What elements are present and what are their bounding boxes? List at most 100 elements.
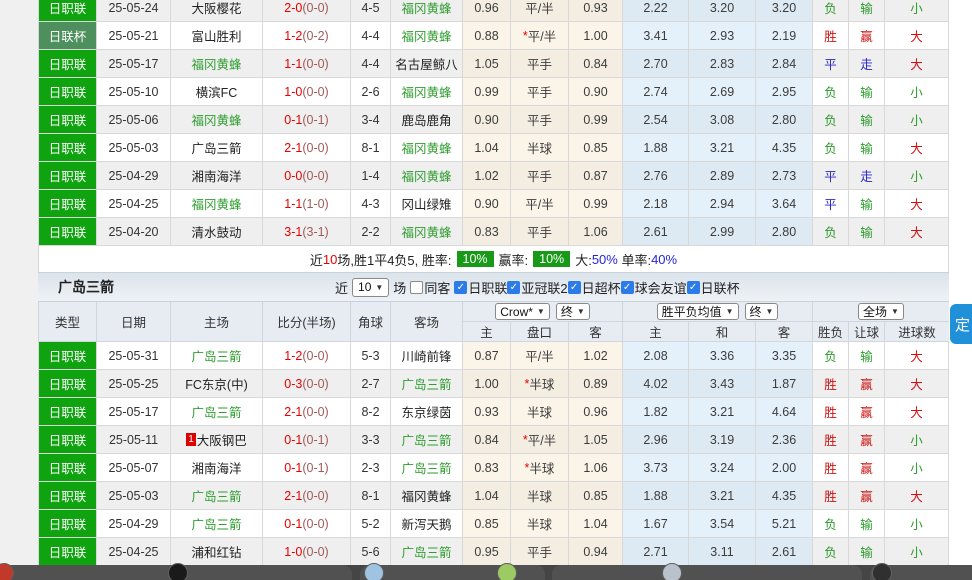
cell-away-team[interactable]: 福冈黄蜂	[391, 78, 463, 105]
cell-date: 25-04-29	[97, 162, 171, 189]
cell-result-handicap: 赢	[849, 482, 885, 509]
cell-away-team[interactable]: 福冈黄蜂	[391, 218, 463, 245]
taskbar-app-icon-4[interactable]	[497, 563, 517, 580]
cell-asian-home-odds: 1.05	[463, 50, 511, 77]
match-row: 日职联25-05-03广岛三箭2-1(0-0)8-1福冈黄蜂1.04半球0.85…	[39, 134, 949, 162]
taskbar-app-icon-6[interactable]	[872, 563, 892, 580]
cell-away-team[interactable]: 福冈黄蜂	[391, 162, 463, 189]
final-odds-select-2[interactable]: 终▼	[745, 303, 779, 320]
league-badge: 日职联	[39, 482, 96, 509]
cell-euro-draw-odds: 3.20	[689, 0, 756, 21]
cell-away-team[interactable]: 东京绿茵	[391, 398, 463, 425]
cell-euro-draw-odds: 3.36	[689, 342, 756, 369]
cell-away-team[interactable]: 鹿岛鹿角	[391, 106, 463, 133]
league-filter-球会友谊[interactable]: ✓球会友谊	[621, 278, 687, 297]
cell-league-type: 日职联	[39, 134, 97, 161]
cell-euro-win-odds: 2.96	[623, 426, 689, 453]
league-filter-日联杯[interactable]: ✓日联杯	[687, 278, 740, 297]
cell-date: 25-05-06	[97, 106, 171, 133]
cell-home-team[interactable]: 大阪樱花	[171, 0, 263, 21]
cell-home-team[interactable]: 湘南海洋	[171, 162, 263, 189]
league-filter-亚冠联2[interactable]: ✓亚冠联2	[507, 278, 567, 297]
cell-league-type: 日职联	[39, 398, 97, 425]
cell-score: 3-1(3-1)	[263, 218, 351, 245]
asian-odds-select-group: Crow*▼ 终▼	[463, 302, 623, 321]
cell-away-team[interactable]: 广岛三箭	[391, 454, 463, 481]
bookmaker-select[interactable]: Crow*▼	[495, 303, 550, 320]
cell-home-team[interactable]: 1大阪钢巴	[171, 426, 263, 453]
cell-corners: 3-4	[351, 106, 391, 133]
cell-date: 25-05-10	[97, 78, 171, 105]
checkbox-icon[interactable]: ✓	[687, 281, 700, 294]
cell-home-team[interactable]: FC东京(中)	[171, 370, 263, 397]
league-badge: 日职联	[39, 538, 96, 565]
cell-corners: 4-4	[351, 22, 391, 49]
same-venue-checkbox-item[interactable]: 同客	[410, 278, 450, 297]
same-venue-checkbox[interactable]	[410, 281, 423, 294]
cell-asian-home-odds: 0.85	[463, 510, 511, 537]
checkbox-icon[interactable]: ✓	[507, 281, 520, 294]
cell-date: 25-05-17	[97, 398, 171, 425]
checkbox-icon[interactable]: ✓	[454, 281, 467, 294]
cell-away-team[interactable]: 冈山绿雉	[391, 190, 463, 217]
cell-home-team[interactable]: 富山胜利	[171, 22, 263, 49]
cell-asian-handicap: *平/半	[511, 426, 569, 453]
chevron-down-icon: ▼	[726, 307, 734, 316]
cell-date: 25-05-03	[97, 482, 171, 509]
cell-result-goals: 大	[885, 218, 949, 245]
cell-home-team[interactable]: 浦和红钻	[171, 538, 263, 565]
cell-asian-away-odds: 1.05	[569, 426, 623, 453]
cell-corners: 2-7	[351, 370, 391, 397]
cell-score: 0-1(0-1)	[263, 426, 351, 453]
cell-league-type: 日职联	[39, 482, 97, 509]
checkbox-icon[interactable]: ✓	[621, 281, 634, 294]
cell-home-team[interactable]: 广岛三箭	[171, 342, 263, 369]
near-label: 近	[335, 278, 348, 297]
cell-away-team[interactable]: 广岛三箭	[391, 426, 463, 453]
match-row: 日职联25-05-31广岛三箭1-2(0-0)5-3川崎前锋0.87平/半1.0…	[39, 342, 949, 370]
cell-away-team[interactable]: 广岛三箭	[391, 370, 463, 397]
cell-euro-win-odds: 1.67	[623, 510, 689, 537]
cell-away-team[interactable]: 广岛三箭	[391, 538, 463, 565]
cell-date: 25-05-07	[97, 454, 171, 481]
checkbox-icon[interactable]: ✓	[568, 281, 581, 294]
average-odds-select[interactable]: 胜平负均值▼	[657, 303, 739, 320]
cell-home-team[interactable]: 广岛三箭	[171, 510, 263, 537]
cell-corners: 8-2	[351, 398, 391, 425]
league-filter-日职联[interactable]: ✓日职联	[454, 278, 507, 297]
cell-euro-win-odds: 2.22	[623, 0, 689, 21]
cell-asian-away-odds: 1.06	[569, 218, 623, 245]
chevron-down-icon: ▼	[537, 307, 545, 316]
league-badge: 日联杯	[39, 22, 96, 49]
cell-away-team[interactable]: 新泻天鹅	[391, 510, 463, 537]
cell-corners: 2-3	[351, 454, 391, 481]
scope-select[interactable]: 全场▼	[858, 303, 904, 320]
cell-result-goals: 大	[885, 482, 949, 509]
taskbar-app-icon-5[interactable]	[662, 563, 682, 580]
cell-home-team[interactable]: 福冈黄蜂	[171, 50, 263, 77]
cell-home-team[interactable]: 福冈黄蜂	[171, 190, 263, 217]
cell-home-team[interactable]: 广岛三箭	[171, 134, 263, 161]
cell-home-team[interactable]: 清水鼓动	[171, 218, 263, 245]
cell-away-team[interactable]: 福冈黄蜂	[391, 22, 463, 49]
cell-home-team[interactable]: 广岛三箭	[171, 482, 263, 509]
taskbar-app-icon-3[interactable]	[364, 563, 384, 580]
cell-away-team[interactable]: 名古屋鲸八	[391, 50, 463, 77]
cell-home-team[interactable]: 横滨FC	[171, 78, 263, 105]
side-float-button[interactable]: 定	[950, 304, 972, 344]
cell-home-team[interactable]: 福冈黄蜂	[171, 106, 263, 133]
league-filter-日超杯[interactable]: ✓日超杯	[568, 278, 621, 297]
taskbar-app-icon-2[interactable]	[168, 563, 188, 580]
match-count-select[interactable]: 10▼	[352, 278, 389, 297]
league-badge: 日职联	[39, 0, 96, 21]
cell-result-handicap: 输	[849, 78, 885, 105]
final-odds-select-1[interactable]: 终▼	[556, 303, 590, 320]
cell-away-team[interactable]: 福冈黄蜂	[391, 0, 463, 21]
cell-away-team[interactable]: 川崎前锋	[391, 342, 463, 369]
league-filter-label: 亚冠联2	[521, 278, 567, 297]
cell-away-team[interactable]: 福冈黄蜂	[391, 482, 463, 509]
cell-away-team[interactable]: 福冈黄蜂	[391, 134, 463, 161]
cell-home-team[interactable]: 广岛三箭	[171, 398, 263, 425]
cell-result-wdl: 胜	[813, 370, 849, 397]
cell-home-team[interactable]: 湘南海洋	[171, 454, 263, 481]
